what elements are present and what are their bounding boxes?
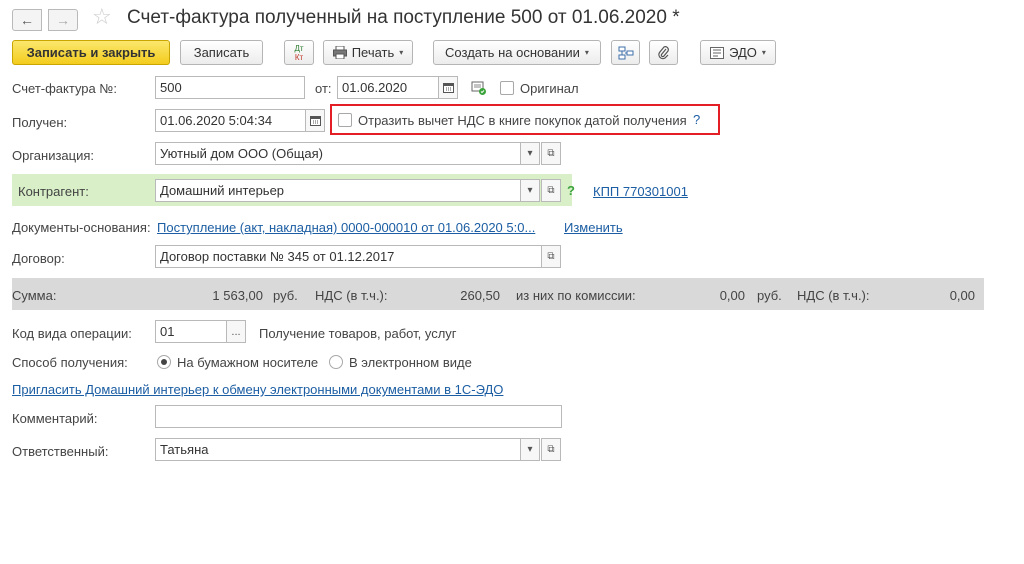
commission-label: из них по комиссии:	[516, 288, 636, 303]
counterparty-help-icon[interactable]: ?	[567, 183, 575, 198]
arrow-left-icon: ←	[20, 12, 34, 28]
counterparty-dropdown-button[interactable]: ▾	[520, 179, 540, 202]
operation-code-label: Код вида операции:	[12, 326, 132, 341]
organization-open-button[interactable]: ⧉	[541, 142, 561, 165]
counterparty-input[interactable]: Домашний интерьер	[155, 179, 521, 202]
vat-deduction-checkbox[interactable]	[338, 113, 352, 127]
open-icon: ⧉	[547, 444, 555, 455]
responsible-input[interactable]: Татьяна	[155, 438, 521, 461]
calendar-icon	[442, 83, 454, 93]
chevron-down-icon: ▾	[527, 185, 533, 196]
invoice-number-label: Счет-фактура №:	[12, 81, 117, 96]
commission-vat-label: НДС (в т.ч.):	[797, 288, 870, 303]
save-button[interactable]: Записать	[180, 40, 263, 65]
chevron-down-icon: ▾	[527, 148, 533, 159]
invoice-number-input[interactable]: 500	[155, 76, 305, 99]
sum-label: Сумма:	[12, 288, 57, 303]
responsible-label: Ответственный:	[12, 444, 109, 459]
electronic-radio-label: В электронном виде	[349, 355, 472, 370]
edo-icon	[710, 46, 725, 59]
invoice-date-input[interactable]: 01.06.2020	[337, 76, 439, 99]
comment-label: Комментарий:	[12, 411, 98, 426]
hierarchy-icon	[618, 46, 633, 59]
structure-button[interactable]	[611, 40, 640, 65]
dt-kt-icon: Дт Кт	[294, 44, 303, 62]
organization-input[interactable]: Уютный дом ООО (Общая)	[155, 142, 521, 165]
print-label: Печать	[351, 45, 395, 60]
page-title: Счет-фактура полученный на поступление 5…	[127, 7, 680, 28]
vat-deduction-label: Отразить вычет НДС в книге покупок датой…	[358, 113, 687, 128]
open-icon: ⧉	[547, 251, 555, 262]
responsible-open-button[interactable]: ⧉	[541, 438, 561, 461]
edo-label: ЭДО	[729, 45, 757, 60]
forward-button[interactable]: →	[48, 9, 78, 31]
organization-label: Организация:	[12, 148, 95, 163]
base-document-link[interactable]: Поступление (акт, накладная) 0000-000010…	[157, 220, 535, 235]
attachment-button[interactable]	[649, 40, 678, 65]
chevron-down-icon: ▾	[527, 444, 533, 455]
paper-radio-label: На бумажном носителе	[177, 355, 319, 370]
back-button[interactable]: ←	[12, 9, 42, 31]
vat-deduction-help-icon[interactable]: ?	[693, 112, 700, 127]
create-based-on-button[interactable]: Создать на основании ▾	[433, 40, 601, 65]
chevron-down-icon: ▾	[584, 48, 589, 57]
favorite-star-icon[interactable]: ☆	[92, 6, 112, 28]
electronic-radio[interactable]	[329, 355, 343, 369]
open-icon: ⧉	[547, 148, 555, 159]
chevron-down-icon: ▾	[761, 48, 766, 57]
calendar-icon	[309, 116, 321, 126]
receipt-method-label: Способ получения:	[12, 355, 128, 370]
operation-code-description: Получение товаров, работ, услуг	[259, 326, 457, 341]
dt-kt-button[interactable]: Дт Кт	[284, 40, 314, 65]
change-link[interactable]: Изменить	[564, 220, 623, 235]
dt-label: Дт	[294, 43, 304, 53]
operation-code-input[interactable]: 01	[155, 320, 227, 343]
from-label: от:	[315, 81, 332, 96]
organization-dropdown-button[interactable]: ▾	[520, 142, 540, 165]
comment-input[interactable]	[155, 405, 562, 428]
paper-radio[interactable]	[157, 355, 171, 369]
invite-edo-link[interactable]: Пригласить Домашний интерьер к обмену эл…	[12, 382, 503, 397]
received-calendar-button[interactable]	[305, 109, 325, 132]
printer-icon	[332, 46, 347, 59]
ellipsis-icon: ...	[231, 325, 241, 338]
print-button[interactable]: Печать ▾	[323, 40, 413, 65]
arrow-right-icon: →	[56, 12, 70, 28]
counterparty-open-button[interactable]: ⧉	[541, 179, 561, 202]
save-label: Записать	[193, 45, 250, 60]
save-and-close-label: Записать и закрыть	[26, 45, 156, 60]
save-and-close-button[interactable]: Записать и закрыть	[12, 40, 170, 65]
chevron-down-icon: ▾	[399, 48, 404, 57]
commission-amount: 0,00	[719, 288, 745, 303]
contract-label: Договор:	[12, 251, 65, 266]
responsible-dropdown-button[interactable]: ▾	[520, 438, 540, 461]
base-documents-label: Документы-основания:	[12, 220, 151, 235]
sum-currency: руб.	[273, 288, 298, 303]
open-icon: ⧉	[547, 185, 555, 196]
kt-label: Кт	[294, 52, 304, 62]
original-checkbox[interactable]	[500, 81, 514, 95]
counterparty-label: Контрагент:	[18, 184, 89, 199]
create-based-on-label: Создать на основании	[445, 45, 580, 60]
calendar-button[interactable]	[438, 76, 458, 99]
contract-open-button[interactable]: ⧉	[541, 245, 561, 268]
paperclip-icon	[657, 45, 669, 59]
vat-amount: 260,50	[460, 288, 500, 303]
received-datetime-input[interactable]: 01.06.2020 5:04:34	[155, 109, 306, 132]
sum-amount: 1 563,00	[212, 288, 263, 303]
received-label: Получен:	[12, 115, 68, 130]
operation-code-select-button[interactable]: ...	[226, 320, 246, 343]
commission-currency: руб.	[757, 288, 782, 303]
original-label: Оригинал	[520, 81, 579, 96]
contract-input[interactable]: Договор поставки № 345 от 01.12.2017	[155, 245, 542, 268]
document-status-icon[interactable]	[470, 78, 488, 97]
kpp-link[interactable]: КПП 770301001	[593, 184, 688, 199]
edo-button[interactable]: ЭДО ▾	[700, 40, 776, 65]
commission-vat-amount: 0,00	[949, 288, 975, 303]
vat-label: НДС (в т.ч.):	[315, 288, 388, 303]
